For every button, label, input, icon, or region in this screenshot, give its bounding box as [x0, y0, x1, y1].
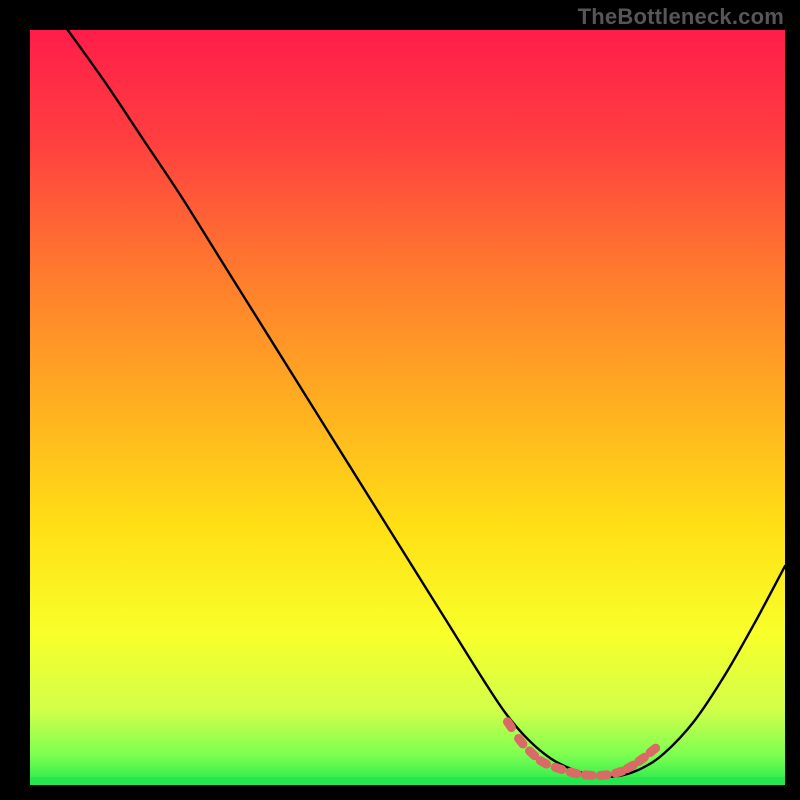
chart-stage: TheBottleneck.com [0, 0, 800, 800]
curve-marker [580, 770, 597, 780]
plot-background-gradient [30, 30, 785, 785]
watermark-text: TheBottleneck.com [578, 4, 784, 30]
green-baseline-band [30, 777, 785, 785]
bottleneck-chart [0, 0, 800, 800]
